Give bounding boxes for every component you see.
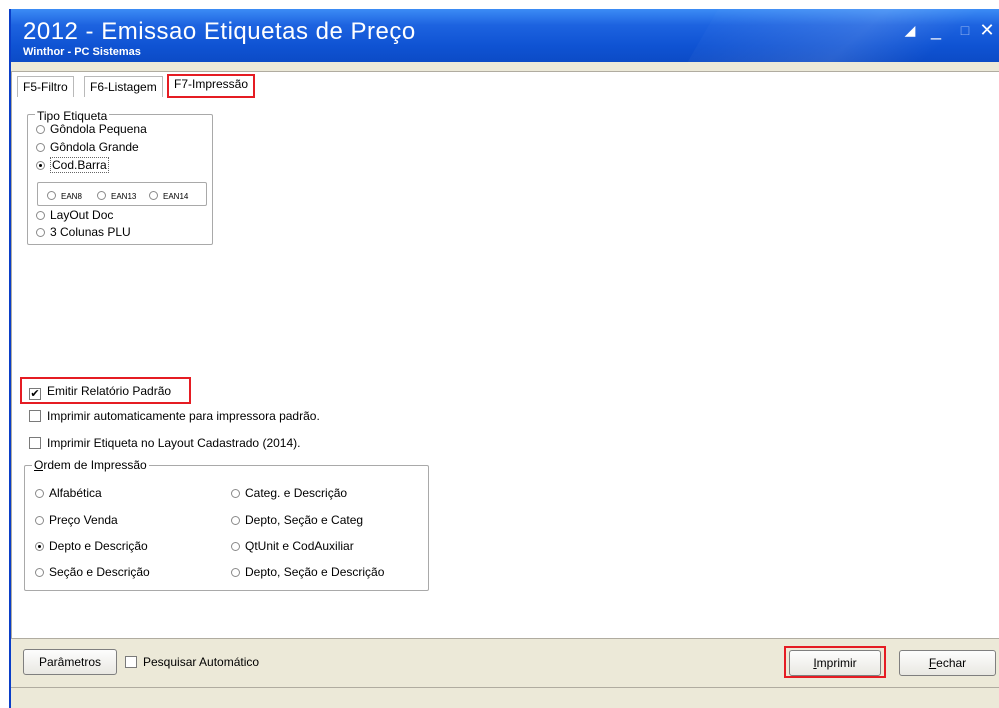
radio-3-colunas-plu[interactable]: 3 Colunas PLU	[36, 225, 131, 239]
radio-icon	[36, 228, 45, 237]
imprimir-button[interactable]: Imprimir	[789, 650, 881, 676]
radio-ean8[interactable]: EAN8	[47, 190, 82, 204]
emitir-relatorio-checkbox[interactable]: ✔ Emitir Relatório Padrão	[29, 383, 171, 400]
radio-ean13[interactable]: EAN13	[97, 190, 136, 204]
imprimir-etiqueta-layout-checkbox[interactable]: Imprimir Etiqueta no Layout Cadastrado (…	[29, 435, 300, 451]
radio-depto-secao-categ[interactable]: Depto, Seção e Categ	[231, 513, 363, 527]
radio-icon	[231, 568, 240, 577]
tab-listagem[interactable]: F6-Listagem	[84, 76, 163, 97]
imprimir-automaticamente-checkbox[interactable]: Imprimir automaticamente para impressora…	[29, 408, 320, 424]
checkmark-icon: ✔	[29, 388, 41, 400]
radio-depto-secao-descricao[interactable]: Depto, Seção e Descrição	[231, 565, 384, 579]
close-icon[interactable]: ✕	[976, 19, 998, 41]
radio-categ-descricao[interactable]: Categ. e Descrição	[231, 486, 347, 500]
radio-icon	[35, 568, 44, 577]
radio-qtunit-codauxiliar[interactable]: QtUnit e CodAuxiliar	[231, 539, 354, 553]
tab-impressao[interactable]: F7-Impressão	[167, 74, 256, 98]
window-subtitle: Winthor - PC Sistemas	[23, 46, 141, 58]
radio-icon	[35, 489, 44, 498]
radio-icon	[36, 211, 45, 220]
radio-selected-icon	[35, 542, 44, 551]
radio-cod-barra[interactable]: Cod.Barra	[36, 157, 109, 173]
radio-icon	[36, 125, 45, 134]
radio-icon	[231, 489, 240, 498]
radio-gondola-grande[interactable]: Gôndola Grande	[36, 140, 139, 154]
fechar-button[interactable]: Fechar	[899, 650, 996, 676]
checkbox-icon	[29, 410, 41, 422]
radio-icon	[97, 191, 106, 200]
title-bar[interactable]: 2012 - Emissao Etiquetas de Preço Wintho…	[11, 9, 999, 62]
status-bar	[11, 687, 999, 708]
radio-icon	[47, 191, 56, 200]
parametros-button[interactable]: Parâmetros	[23, 649, 117, 675]
tab-filtro[interactable]: F5-Filtro	[17, 76, 74, 97]
ordem-impressao-title: Ordem de Impressão	[32, 458, 149, 472]
radio-icon	[149, 191, 158, 200]
radio-secao-descricao[interactable]: Seção e Descrição	[35, 565, 150, 579]
radio-alfabetica[interactable]: Alfabética	[35, 486, 102, 500]
radio-gondola-pequena[interactable]: Gôndola Pequena	[36, 122, 147, 136]
application-window: 2012 - Emissao Etiquetas de Preço Wintho…	[9, 9, 999, 708]
checkbox-icon	[29, 437, 41, 449]
radio-preco-venda[interactable]: Preço Venda	[35, 513, 118, 527]
radio-icon	[231, 516, 240, 525]
radio-icon	[36, 143, 45, 152]
radio-layout-doc[interactable]: LayOut Doc	[36, 208, 113, 222]
radio-selected-icon	[36, 161, 45, 170]
radio-icon	[35, 516, 44, 525]
restore-icon[interactable]: ◢	[899, 19, 921, 41]
minimize-icon[interactable]: _	[925, 19, 947, 41]
maximize-icon[interactable]: □	[954, 19, 976, 41]
window-title: 2012 - Emissao Etiquetas de Preço	[23, 18, 416, 45]
radio-depto-descricao[interactable]: Depto e Descrição	[35, 539, 148, 553]
radio-icon	[231, 542, 240, 551]
radio-ean14[interactable]: EAN14	[149, 190, 188, 204]
pesquisar-automatico-checkbox[interactable]: Pesquisar Automático	[125, 654, 259, 670]
checkbox-icon	[125, 656, 137, 668]
tipo-etiqueta-title: Tipo Etiqueta	[35, 109, 110, 123]
